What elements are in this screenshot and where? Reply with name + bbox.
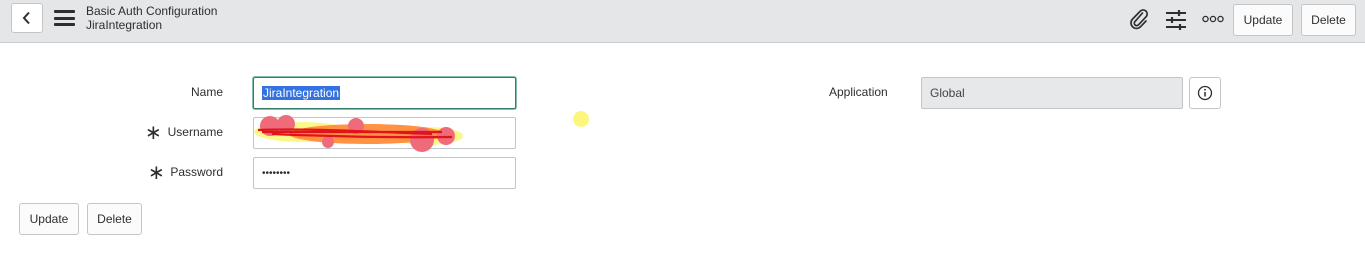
name-field[interactable]: JiraIntegration xyxy=(253,77,516,109)
footer-update-button[interactable]: Update xyxy=(19,203,79,235)
record-title: Basic Auth Configuration JiraIntegration xyxy=(86,4,217,32)
application-label: Application xyxy=(829,85,888,99)
name-field-value: JiraIntegration xyxy=(262,86,341,100)
username-required-marker: ∗ xyxy=(145,122,162,144)
paperclip-icon[interactable] xyxy=(1128,8,1150,30)
password-label: Password xyxy=(170,165,223,179)
username-label: Username xyxy=(167,125,223,139)
application-info-button[interactable] xyxy=(1189,77,1221,109)
application-field: Global xyxy=(921,77,1183,109)
record-name: JiraIntegration xyxy=(86,18,163,32)
footer-delete-button[interactable]: Delete xyxy=(87,203,142,235)
password-required-marker: ∗ xyxy=(148,162,165,184)
page-title: Basic Auth Configuration xyxy=(86,4,218,18)
header-delete-button[interactable]: Delete xyxy=(1301,4,1356,36)
cursor-highlight-dot xyxy=(573,111,589,127)
form-header: Basic Auth Configuration JiraIntegration… xyxy=(0,0,1365,43)
info-icon xyxy=(1197,85,1213,101)
back-icon xyxy=(22,11,30,25)
password-field[interactable]: •••••••• xyxy=(253,157,516,189)
sliders-icon[interactable] xyxy=(1165,9,1187,31)
menu-icon[interactable] xyxy=(54,10,75,26)
name-label: Name xyxy=(190,85,223,99)
password-field-value: •••••••• xyxy=(262,167,291,179)
more-options-icon[interactable] xyxy=(1202,15,1224,23)
application-field-value: Global xyxy=(930,86,965,100)
header-update-button[interactable]: Update xyxy=(1233,4,1293,36)
back-button[interactable] xyxy=(11,3,43,33)
redaction-scribble xyxy=(254,115,463,152)
